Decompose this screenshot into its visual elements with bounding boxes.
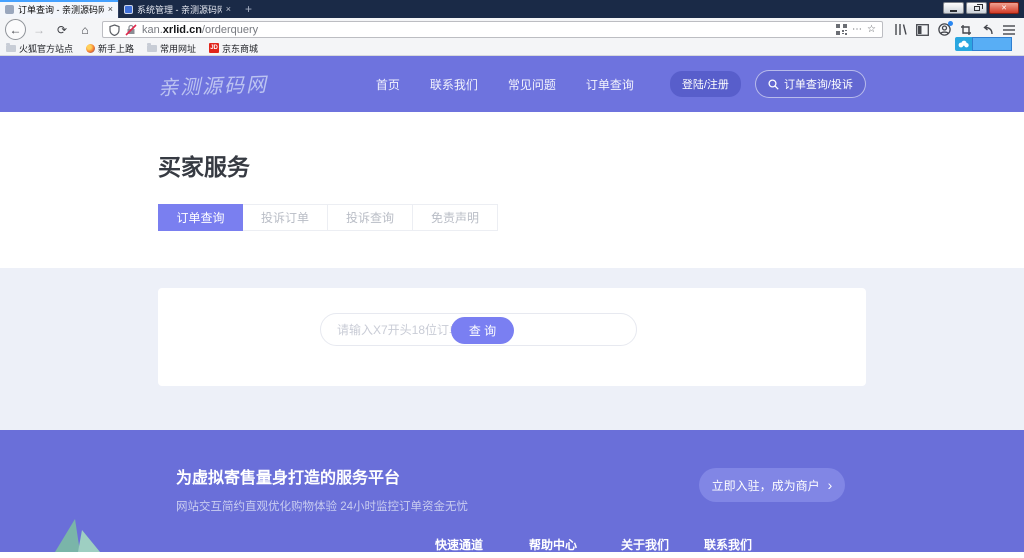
back-button[interactable]: ← xyxy=(5,19,26,40)
page-title: 买家服务 xyxy=(158,148,866,182)
footer-col-help-center[interactable]: 帮助中心 xyxy=(529,536,577,552)
search-icon xyxy=(768,79,779,90)
tab-disclaimer[interactable]: 免责声明 xyxy=(413,204,498,231)
tab-close-icon[interactable]: × xyxy=(108,4,113,14)
folder-icon xyxy=(6,45,16,52)
folder-icon xyxy=(147,45,157,52)
tracking-shield-icon[interactable] xyxy=(109,24,120,36)
menu-icon[interactable] xyxy=(1003,25,1015,35)
order-number-input[interactable] xyxy=(337,315,453,344)
query-submit-button[interactable]: 查 询 xyxy=(451,317,514,344)
tab-title: 系统管理 - 亲测源码网 www.q xyxy=(137,3,222,16)
tab-title: 订单查询 - 亲测源码网 www.q xyxy=(18,3,104,16)
account-badge xyxy=(948,21,953,26)
nav-item-faq[interactable]: 常见问题 xyxy=(508,76,556,93)
insecure-lock-icon[interactable] xyxy=(125,24,137,36)
nav-item-home[interactable]: 首页 xyxy=(376,76,400,93)
bookmark-jd-mall[interactable]: JD 京东商城 xyxy=(209,42,258,55)
bookmark-star-icon[interactable]: ☆ xyxy=(867,24,876,35)
bookmark-getting-started[interactable]: 新手上路 xyxy=(86,42,134,55)
tab-favicon xyxy=(124,5,133,14)
site-nav: 首页 联系我们 常见问题 订单查询 xyxy=(376,76,634,93)
new-tab-button[interactable]: + xyxy=(236,0,261,18)
restore-session-icon[interactable] xyxy=(981,24,994,36)
chevron-right-icon: › xyxy=(828,477,833,493)
header-query-label: 订单查询/投诉 xyxy=(784,76,853,92)
browser-tab-system-admin[interactable]: 系统管理 - 亲测源码网 www.q × xyxy=(118,0,236,18)
page-actions-icon[interactable]: ⋯ xyxy=(852,24,862,35)
jd-logo-icon: JD xyxy=(209,43,219,53)
home-button[interactable]: ⌂ xyxy=(75,20,95,40)
bookmark-label: 新手上路 xyxy=(98,42,134,55)
tab-complaint-order[interactable]: 投诉订单 xyxy=(243,204,328,231)
site-logo[interactable]: 亲测源码网 xyxy=(158,68,269,101)
cloud-extension-widget[interactable] xyxy=(955,37,1012,51)
footer-col-quick-links[interactable]: 快速通道 xyxy=(435,536,483,552)
footer-col-about-us[interactable]: 关于我们 xyxy=(621,536,669,552)
account-icon[interactable] xyxy=(938,23,951,36)
selection-highlight-box[interactable] xyxy=(972,37,1012,51)
bookmark-label: 火狐官方站点 xyxy=(19,42,73,55)
qr-code-icon[interactable] xyxy=(836,24,847,35)
site-footer: 为虚拟寄售量身打造的服务平台 网站交互简约直观优化购物体验 24小时监控订单资金… xyxy=(0,430,1024,552)
nav-item-contact[interactable]: 联系我们 xyxy=(430,76,478,93)
login-register-button[interactable]: 登陆/注册 xyxy=(670,71,741,97)
buyer-service-section: 买家服务 订单查询 投诉订单 投诉查询 免责声明 xyxy=(0,112,1024,268)
page-content: 亲测源码网 首页 联系我们 常见问题 订单查询 登陆/注册 订单查询/投诉 买家… xyxy=(0,56,1024,558)
bookmark-label: 京东商城 xyxy=(222,42,258,55)
restore-button[interactable] xyxy=(966,2,987,14)
header-query-button[interactable]: 订单查询/投诉 xyxy=(755,70,866,98)
restore-icon xyxy=(974,6,980,11)
browser-titlebar: 订单查询 - 亲测源码网 www.q × 系统管理 - 亲测源码网 www.q … xyxy=(0,0,1024,18)
reload-button[interactable]: ⟳ xyxy=(52,20,72,40)
bookmark-label: 常用网址 xyxy=(160,42,196,55)
query-card: 查 询 xyxy=(158,288,866,386)
window-controls: ✕ xyxy=(943,2,1019,14)
order-search-form: 查 询 xyxy=(320,313,637,346)
bookmark-folder-common-sites[interactable]: 常用网址 xyxy=(147,42,196,55)
sidebar-toggle-icon[interactable] xyxy=(916,24,929,36)
toolbar-icons xyxy=(890,23,1019,36)
service-tabs: 订单查询 投诉订单 投诉查询 免责声明 xyxy=(158,204,866,231)
bookmarks-bar: 火狐官方站点 新手上路 常用网址 JD 京东商城 xyxy=(0,41,1024,56)
minimize-icon xyxy=(950,10,957,12)
browser-tab-orderquery[interactable]: 订单查询 - 亲测源码网 www.q × xyxy=(0,0,118,18)
browser-toolbar: ← → ⟳ ⌂ kan.xrlid.cn/orderquery ⋯ ☆ xyxy=(0,18,1024,41)
tab-favicon xyxy=(5,5,14,14)
tab-order-query[interactable]: 订单查询 xyxy=(158,204,243,231)
address-bar[interactable]: kan.xrlid.cn/orderquery ⋯ ☆ xyxy=(102,21,883,38)
url-text: kan.xrlid.cn/orderquery xyxy=(142,24,831,36)
footer-col-contact-us[interactable]: 联系我们 xyxy=(704,536,752,552)
nav-item-orderquery[interactable]: 订单查询 xyxy=(586,76,634,93)
merchant-signup-button[interactable]: 立即入驻，成为商户 › xyxy=(699,468,845,502)
tab-close-icon[interactable]: × xyxy=(226,4,231,14)
close-button[interactable]: ✕ xyxy=(989,2,1019,14)
site-header: 亲测源码网 首页 联系我们 常见问题 订单查询 登陆/注册 订单查询/投诉 xyxy=(0,56,1024,112)
sailboat-decoration xyxy=(78,530,100,552)
cloud-icon[interactable] xyxy=(955,37,972,51)
tab-complaint-query[interactable]: 投诉查询 xyxy=(328,204,413,231)
library-icon[interactable] xyxy=(894,23,907,36)
minimize-button[interactable] xyxy=(943,2,964,14)
forward-button[interactable]: → xyxy=(29,20,49,40)
screenshot-icon[interactable] xyxy=(960,24,972,36)
merchant-signup-label: 立即入驻，成为商户 xyxy=(712,477,820,494)
sailboat-decoration xyxy=(55,519,80,552)
query-section: 查 询 xyxy=(0,268,1024,430)
firefox-icon xyxy=(86,44,95,53)
bookmark-folder-firefox-sites[interactable]: 火狐官方站点 xyxy=(6,42,73,55)
